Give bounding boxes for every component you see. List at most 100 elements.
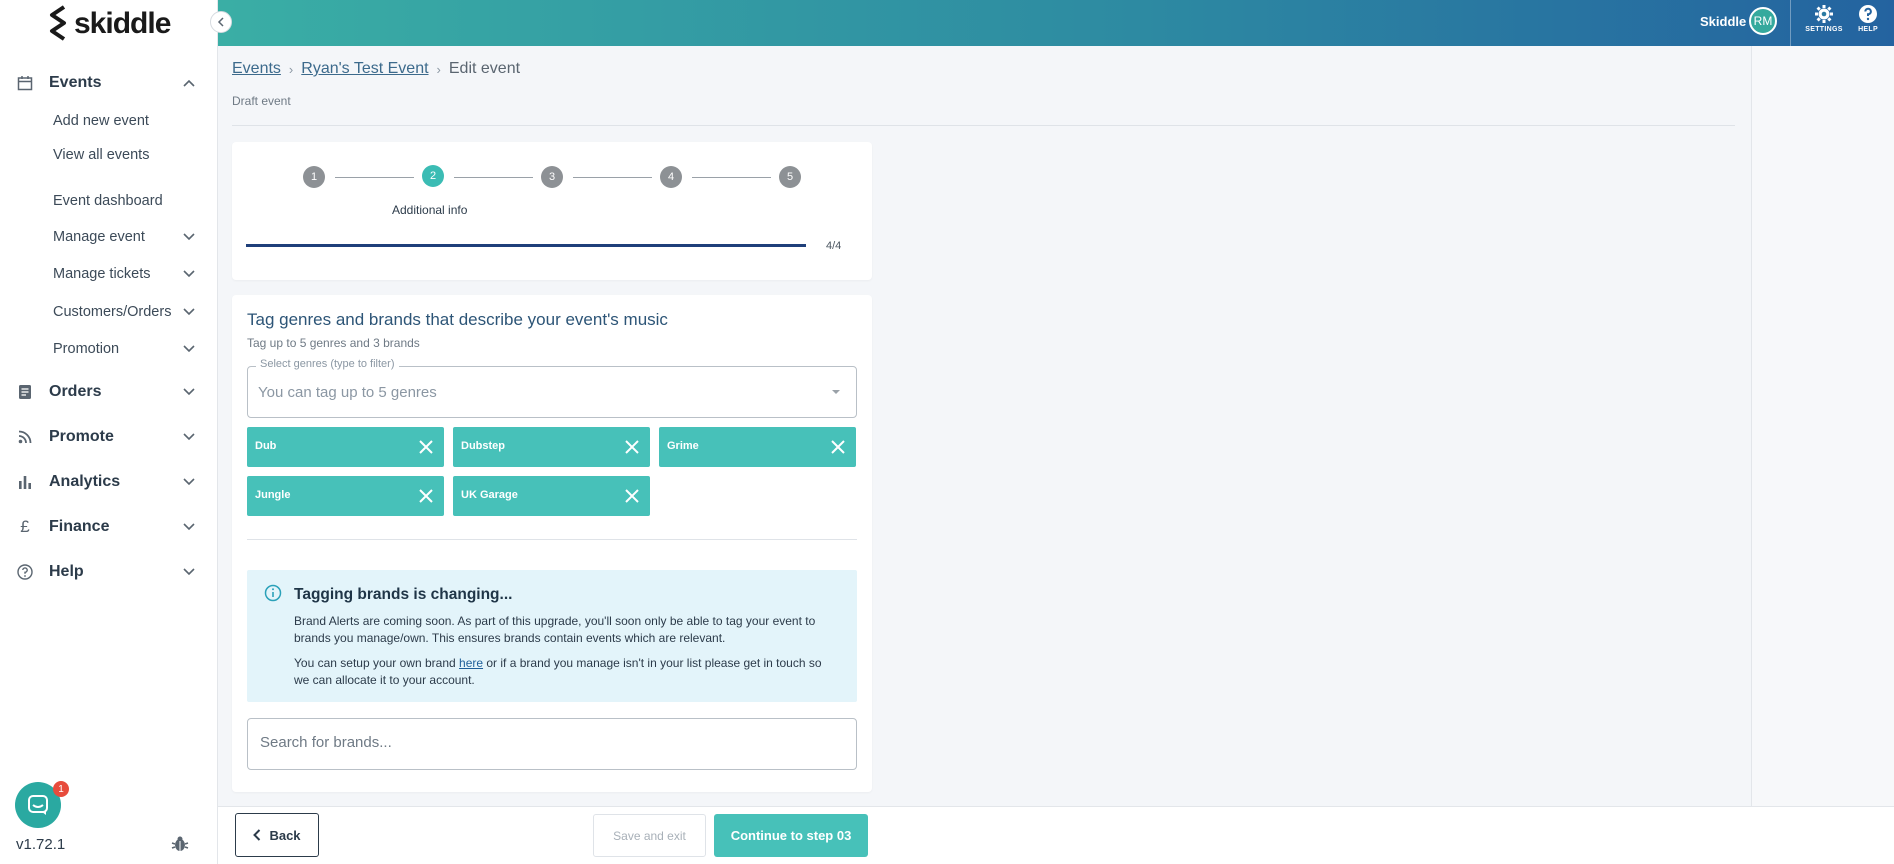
sidebar-item-label: Customers/Orders	[53, 304, 172, 320]
sidebar-section-events[interactable]: Events	[0, 65, 218, 101]
chat-icon	[28, 795, 48, 815]
breadcrumb-link-event[interactable]: Ryan's Test Event	[301, 60, 428, 78]
sidebar-section-label: Orders	[49, 383, 102, 400]
sidebar-item-label: View all events	[53, 147, 150, 163]
skiddle-logo-icon	[50, 5, 66, 41]
sidebar-section-label: Promote	[49, 428, 114, 445]
logo-text: skiddle	[74, 7, 171, 40]
help-button[interactable]: HELP	[1848, 4, 1888, 42]
account-name[interactable]: Skiddle	[1700, 14, 1746, 29]
continue-button[interactable]: Continue to step 03	[714, 814, 868, 857]
skiddle-logo[interactable]: skiddle	[48, 4, 171, 44]
genre-tag: Jungle	[247, 476, 444, 516]
close-icon[interactable]	[830, 439, 846, 455]
setup-brand-link[interactable]: here	[459, 656, 483, 670]
bar-chart-icon	[16, 473, 34, 491]
chevron-down-icon	[182, 342, 196, 356]
sidebar-item-event-dashboard[interactable]: Event dashboard	[0, 186, 218, 216]
sidebar-item-manage-event[interactable]: Manage event	[0, 222, 218, 252]
save-and-exit-button[interactable]: Save and exit	[593, 814, 706, 857]
info-paragraph: Brand Alerts are coming soon. As part of…	[294, 614, 816, 645]
back-button[interactable]: Back	[235, 813, 319, 857]
step-connector	[692, 177, 771, 178]
step-3[interactable]: 3	[541, 166, 563, 188]
breadcrumb: Events › Ryan's Test Event › Edit event	[232, 60, 520, 78]
breadcrumb-link-events[interactable]: Events	[232, 60, 281, 78]
close-icon[interactable]	[418, 439, 434, 455]
breadcrumb-separator: ›	[436, 61, 441, 77]
bug-report-icon[interactable]	[171, 835, 189, 853]
step-1[interactable]: 1	[303, 166, 325, 188]
gear-icon	[1815, 5, 1833, 23]
chevron-down-icon	[182, 475, 196, 489]
rss-icon	[16, 428, 34, 446]
sidebar-section-help[interactable]: Help	[0, 554, 218, 590]
sidebar-section-finance[interactable]: £ Finance	[0, 509, 218, 545]
step-4[interactable]: 4	[660, 166, 682, 188]
info-paragraph: You can setup your own brand here or if …	[294, 655, 839, 689]
sidebar-item-label: Manage tickets	[53, 266, 151, 282]
caret-down-icon[interactable]	[831, 388, 841, 396]
genre-select-placeholder: You can tag up to 5 genres	[258, 384, 437, 401]
genre-tag: Grime	[659, 427, 856, 467]
divider	[232, 125, 1735, 126]
chevron-down-icon	[182, 430, 196, 444]
info-title: Tagging brands is changing...	[294, 586, 513, 603]
step-2-active[interactable]: 2	[422, 165, 444, 187]
genre-tag: Dub	[247, 427, 444, 467]
top-bar	[218, 0, 1894, 46]
chevron-up-icon	[182, 76, 196, 90]
sidebar-item-add-new-event[interactable]: Add new event	[0, 106, 218, 136]
help-label: HELP	[1858, 26, 1878, 33]
close-icon[interactable]	[624, 488, 640, 504]
chevron-down-icon	[182, 565, 196, 579]
close-icon[interactable]	[624, 439, 640, 455]
sidebar-section-label: Finance	[49, 518, 110, 535]
genre-tag: Dubstep	[453, 427, 650, 467]
sidebar-item-promotion[interactable]: Promotion	[0, 334, 218, 364]
sidebar-item-manage-tickets[interactable]: Manage tickets	[0, 259, 218, 289]
section-title: Tag genres and brands that describe your…	[247, 310, 668, 329]
genre-tag-label: Dubstep	[461, 440, 505, 452]
step-5[interactable]: 5	[779, 166, 801, 188]
info-icon	[264, 584, 282, 602]
breadcrumb-separator: ›	[288, 61, 294, 77]
chevron-down-icon	[182, 267, 196, 281]
sidebar-item-view-all-events[interactable]: View all events	[0, 140, 218, 170]
sidebar: skiddle Events Add new event View all ev…	[0, 0, 218, 864]
sidebar-section-label: Analytics	[49, 473, 121, 490]
top-bar-divider	[1790, 0, 1791, 46]
sidebar-section-promote[interactable]: Promote	[0, 419, 218, 455]
step-connector	[454, 177, 533, 178]
breadcrumb-current: Edit event	[448, 60, 521, 77]
help-circle-icon	[1859, 5, 1877, 23]
chevron-down-icon	[182, 230, 196, 244]
sidebar-section-analytics[interactable]: Analytics	[0, 464, 218, 500]
sidebar-section-orders[interactable]: Orders	[0, 374, 218, 410]
genre-select-label: Select genres (type to filter)	[256, 358, 399, 370]
chevron-left-icon	[253, 829, 261, 841]
question-icon	[16, 563, 34, 581]
chevron-down-icon	[182, 520, 196, 534]
settings-label: SETTINGS	[1805, 26, 1843, 33]
section-subtitle: Tag up to 5 genres and 3 brands	[247, 336, 420, 350]
footer-bar	[218, 806, 1894, 864]
genre-tag-label: UK Garage	[461, 489, 518, 501]
sidebar-item-customers-orders[interactable]: Customers/Orders	[0, 297, 218, 327]
progress-bar	[246, 244, 806, 247]
right-panel	[1751, 46, 1894, 806]
close-icon[interactable]	[418, 488, 434, 504]
sidebar-item-label: Manage event	[53, 229, 145, 245]
active-step-label: Additional info	[392, 203, 468, 217]
brand-search-placeholder: Search for brands...	[260, 734, 392, 751]
sidebar-section-label: Events	[49, 74, 102, 91]
genre-tag-label: Dub	[255, 440, 277, 452]
settings-button[interactable]: SETTINGS	[1804, 4, 1844, 42]
sidebar-item-label: Event dashboard	[53, 193, 163, 209]
chevron-down-icon	[182, 385, 196, 399]
sidebar-item-label: Add new event	[53, 113, 149, 129]
sidebar-collapse-button[interactable]	[210, 11, 232, 33]
avatar[interactable]: RM	[1749, 7, 1777, 35]
document-icon	[16, 383, 34, 401]
progress-count: 4/4	[826, 240, 842, 252]
